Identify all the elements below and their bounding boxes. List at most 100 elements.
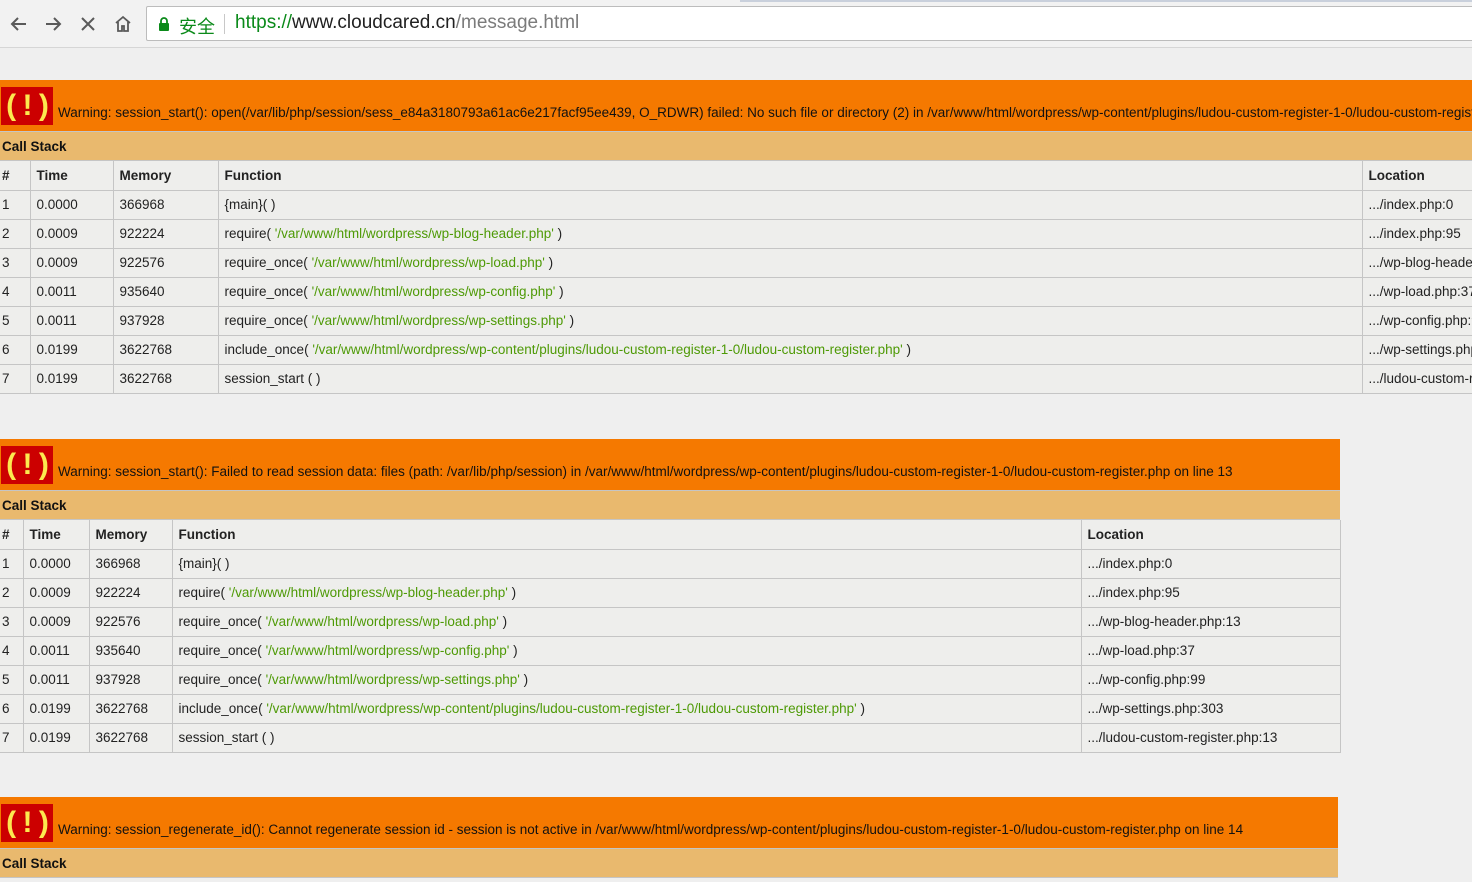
function-name: require( <box>178 585 229 600</box>
home-button[interactable] <box>108 9 138 39</box>
row-memory: 937928 <box>113 306 219 336</box>
row-location: .../wp-load.php:37 <box>1362 277 1472 307</box>
address-bar[interactable]: 安全 https://www.cloudcared.cn/message.htm… <box>146 6 1472 41</box>
row-function: session_start ( ) <box>218 364 1363 394</box>
secure-label: 安全 <box>179 17 215 38</box>
row-number: 4 <box>0 636 24 666</box>
table-row: 6 0.0199 3622768 include_once( '/var/www/ht… <box>0 335 1472 365</box>
back-button[interactable] <box>4 9 34 39</box>
home-icon <box>115 15 131 32</box>
row-time: 0.0199 <box>30 364 114 394</box>
column-header: Location <box>1081 520 1341 550</box>
stop-button[interactable] <box>73 9 103 39</box>
row-location: .../wp-blog-header.php:13 <box>1362 248 1472 278</box>
function-close: ) <box>553 226 563 241</box>
row-number: 2 <box>0 219 31 249</box>
function-name: include_once( <box>178 701 267 716</box>
row-function: include_once( '/var/www/html/wordpress/w… <box>172 694 1082 724</box>
close-icon <box>81 17 95 31</box>
table-row: 2 0.0009 922224 require( '/var/www/html/wor… <box>0 578 1341 608</box>
forward-button[interactable] <box>38 9 68 39</box>
row-time: 0.0199 <box>23 694 90 724</box>
row-number: 1 <box>0 549 24 579</box>
row-memory: 3622768 <box>113 335 219 365</box>
row-location: .../index.php:0 <box>1081 549 1341 579</box>
url-text[interactable]: https://www.cloudcared.cn/message.html <box>235 12 579 34</box>
row-memory: 366968 <box>89 549 173 579</box>
row-memory: 935640 <box>113 277 219 307</box>
row-time: 0.0009 <box>23 607 90 637</box>
row-memory: 922224 <box>113 219 219 249</box>
url-host: www.cloudcared.cn <box>292 12 456 33</box>
table-row: 6 0.0199 3622768 include_once( '/var/www/ht… <box>0 694 1341 724</box>
arrow-left-icon <box>10 17 26 31</box>
row-number: 2 <box>0 578 24 608</box>
row-function: require_once( '/var/www/html/wordpress/w… <box>172 636 1082 666</box>
function-name: include_once( <box>224 342 313 357</box>
url-scheme: https:// <box>235 12 293 33</box>
row-function: include_once( '/var/www/html/wordpress/w… <box>218 335 1363 365</box>
function-close: ) <box>902 342 911 357</box>
page-content: ( ! ) Warning: session_start(): open(/va… <box>0 49 1472 882</box>
row-function: require_once( '/var/www/html/wordpress/w… <box>218 277 1363 307</box>
warning-badge: ( ! ) <box>1 804 53 842</box>
function-argument: '/var/www/html/wordpress/wp-config.php' <box>311 284 556 299</box>
function-argument: '/var/www/html/wordpress/wp-load.php' <box>265 614 499 629</box>
row-number: 5 <box>0 306 31 336</box>
function-argument: '/var/www/html/wordpress/wp-blog-header.… <box>228 585 508 600</box>
row-memory: 922576 <box>89 607 173 637</box>
row-number: 4 <box>0 277 31 307</box>
function-name: require_once( <box>224 255 312 270</box>
row-memory: 3622768 <box>89 723 173 753</box>
table-row: 1 0.0000 366968 {main}( ) .../index.php:0 <box>0 549 1341 579</box>
row-time: 0.0009 <box>30 219 114 249</box>
row-location: .../wp-blog-header.php:13 <box>1081 607 1341 637</box>
row-memory: 937928 <box>89 665 173 695</box>
function-close: ) <box>519 672 529 687</box>
function-close: ) <box>507 585 517 600</box>
row-memory: 935640 <box>89 636 173 666</box>
row-time: 0.0011 <box>30 306 114 336</box>
row-location: .../wp-load.php:37 <box>1081 636 1341 666</box>
row-number: 5 <box>0 665 24 695</box>
row-function: session_start ( ) <box>172 723 1082 753</box>
url-path: /message.html <box>455 12 580 33</box>
function-argument: '/var/www/html/wordpress/wp-config.php' <box>265 643 510 658</box>
error-block: ( ! ) Warning: session_start(): open(/va… <box>0 80 1472 394</box>
function-close: ) <box>555 284 564 299</box>
function-name: {main}( ) <box>178 556 230 571</box>
row-function: {main}( ) <box>172 549 1082 579</box>
row-number: 6 <box>0 335 31 365</box>
function-name: require_once( <box>224 313 312 328</box>
callstack-table: # Time Memory Function Location 1 0.0000 3… <box>0 520 1341 753</box>
function-name: session_start ( ) <box>178 730 275 745</box>
table-row: 4 0.0011 935640 require_once( '/var/www/htm… <box>0 636 1341 666</box>
error-block: ( ! ) Warning: session_start(): Failed t… <box>0 439 1341 753</box>
warning-header: ( ! ) Warning: session_start(): open(/va… <box>0 80 1472 132</box>
row-time: 0.0009 <box>30 248 114 278</box>
function-name: require_once( <box>178 614 266 629</box>
callstack-label: Call Stack <box>0 132 1472 161</box>
column-header: # <box>0 161 31 191</box>
function-name: require_once( <box>178 672 266 687</box>
row-function: require_once( '/var/www/html/wordpress/w… <box>172 665 1082 695</box>
warning-message: Warning: session_start(): open(/var/lib/… <box>58 105 1472 120</box>
column-header: Function <box>218 161 1363 191</box>
warning-header: ( ! ) Warning: session_start(): Failed t… <box>0 439 1340 491</box>
row-location: .../wp-settings.php:303 <box>1362 335 1472 365</box>
function-name: {main}( ) <box>224 197 276 212</box>
column-header: Memory <box>113 161 219 191</box>
column-header: Memory <box>89 520 173 550</box>
row-location: .../wp-config.php:99 <box>1362 306 1472 336</box>
row-location: .../index.php:95 <box>1362 219 1472 249</box>
column-header: Location <box>1362 161 1472 191</box>
row-number: 3 <box>0 607 24 637</box>
row-location: .../index.php:95 <box>1081 578 1341 608</box>
warning-badge: ( ! ) <box>1 446 53 484</box>
row-memory: 3622768 <box>89 694 173 724</box>
row-location: .../ludou-custom-register.php:13 <box>1362 364 1472 394</box>
row-number: 3 <box>0 248 31 278</box>
table-row: 3 0.0009 922576 require_once( '/var/www/htm… <box>0 607 1341 637</box>
function-argument: '/var/www/html/wordpress/wp-content/plug… <box>266 701 857 716</box>
arrow-right-icon <box>46 17 62 31</box>
